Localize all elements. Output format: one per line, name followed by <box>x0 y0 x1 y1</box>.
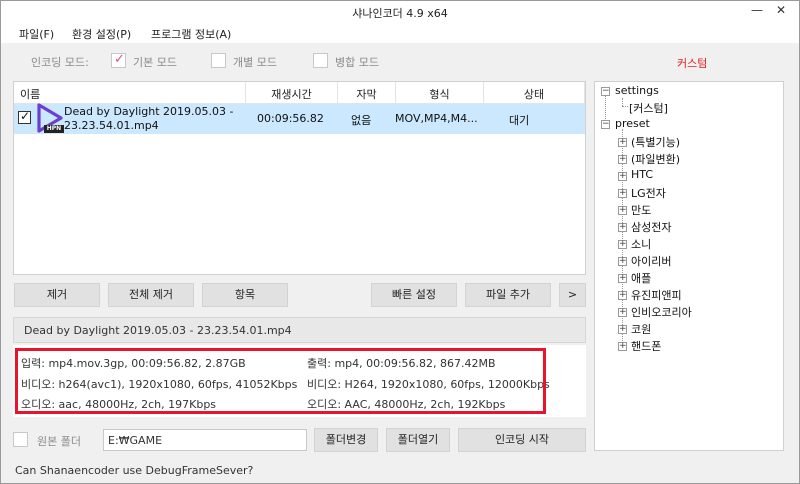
menu-bar: 파일(F) 환경 설정(P) 프로그램 정보(A) <box>1 23 799 43</box>
column-header-name[interactable]: 이름 <box>14 82 246 104</box>
tree-node-preset[interactable]: preset <box>615 117 650 130</box>
tree-node-cowon[interactable]: 코원 <box>631 321 651 337</box>
info-header: Dead by Daylight 2019.05.03 - 23.23.54.0… <box>13 317 586 343</box>
status-text: Can Shanaencoder use DebugFrameSever? <box>15 464 254 477</box>
column-header-subtitle[interactable]: 자막 <box>338 82 396 104</box>
expand-icon[interactable]: + <box>618 240 627 249</box>
column-header-status[interactable]: 상태 <box>484 82 585 104</box>
tree-node-samsung[interactable]: 삼성전자 <box>631 219 671 235</box>
remove-all-button[interactable]: 전체 제거 <box>108 283 194 307</box>
row-name-line1: Dead by Daylight 2019.05.03 - <box>64 105 234 118</box>
row-subtitle: 없음 <box>351 114 372 127</box>
expand-icon[interactable]: + <box>618 155 627 164</box>
source-folder-label: 원본 폴더 <box>37 435 81 448</box>
expand-icon[interactable]: + <box>618 308 627 317</box>
start-encoding-button[interactable]: 인코딩 시작 <box>458 428 586 452</box>
hpn-badge: HPN <box>44 125 64 133</box>
tree-node-phone[interactable]: 핸드폰 <box>631 338 661 354</box>
collapse-icon[interactable]: − <box>601 120 610 129</box>
basic-mode-label: 기본 모드 <box>133 56 177 69</box>
highlight-box <box>15 348 546 414</box>
row-format: MOV,MP4,M4... <box>395 112 478 125</box>
expand-icon[interactable]: + <box>618 138 627 147</box>
row-status: 대기 <box>509 114 530 127</box>
menu-file[interactable]: 파일(F) <box>19 26 54 42</box>
expand-icon[interactable]: + <box>618 172 627 181</box>
tree-node-invio[interactable]: 인비오코리아 <box>631 304 692 320</box>
individual-mode-checkbox[interactable] <box>211 53 226 68</box>
more-button[interactable]: > <box>559 283 586 307</box>
individual-mode-label: 개별 모드 <box>233 56 277 69</box>
row-name-line2: 23.23.54.01.mp4 <box>64 119 159 132</box>
tree-node-mando[interactable]: 만도 <box>631 202 651 218</box>
tree-node-sony[interactable]: 소니 <box>631 236 651 252</box>
tree-node-custom[interactable]: [커스텀] <box>629 100 668 116</box>
expand-icon[interactable]: + <box>618 325 627 334</box>
app-window: 샤나인코더 4.9 x64 — ✕ 파일(F) 환경 설정(P) 프로그램 정보… <box>0 0 800 484</box>
expand-icon[interactable]: + <box>618 291 627 300</box>
expand-icon[interactable]: + <box>618 274 627 283</box>
column-header-format[interactable]: 형식 <box>396 82 484 104</box>
expand-icon[interactable]: + <box>618 342 627 351</box>
encoding-mode-label: 인코딩 모드: <box>31 56 89 69</box>
merge-mode-label: 병합 모드 <box>335 56 379 69</box>
menu-about[interactable]: 프로그램 정보(A) <box>151 26 231 42</box>
expand-icon[interactable]: + <box>618 223 627 232</box>
add-file-button[interactable]: 파일 추가 <box>465 283 551 307</box>
expand-icon[interactable]: + <box>618 189 627 198</box>
remove-button[interactable]: 제거 <box>14 283 100 307</box>
merge-mode-checkbox[interactable] <box>313 53 328 68</box>
tree-node-apple[interactable]: 애플 <box>631 270 651 286</box>
title-bar: 샤나인코더 4.9 x64 — ✕ <box>1 1 799 23</box>
basic-mode-checkbox[interactable]: ✓ <box>111 52 126 68</box>
check-icon: ✓ <box>114 52 125 67</box>
info-filename: Dead by Daylight 2019.05.03 - 23.23.54.0… <box>24 324 292 337</box>
tree-node-iriver[interactable]: 아이리버 <box>631 253 671 269</box>
close-button[interactable]: ✕ <box>769 3 793 17</box>
row-checkbox[interactable]: ✓ <box>18 109 31 124</box>
item-button[interactable]: 항목 <box>202 283 288 307</box>
tree-node-eugene[interactable]: 유진피앤피 <box>631 287 682 303</box>
row-duration: 00:09:56.82 <box>257 112 324 125</box>
expand-icon[interactable]: + <box>618 206 627 215</box>
quick-settings-button[interactable]: 빠른 설정 <box>371 283 457 307</box>
tree-node-htc[interactable]: HTC <box>631 168 653 181</box>
output-path-field[interactable]: E:₩GAME <box>103 429 307 451</box>
check-icon: ✓ <box>20 109 31 123</box>
tree-node-special[interactable]: (특별기능) <box>631 134 680 150</box>
tree-node-settings[interactable]: settings <box>615 84 659 97</box>
custom-label: 커스텀 <box>677 57 708 70</box>
preset-tree[interactable]: − settings [커스텀] − preset + (특별기능) + (파일… <box>594 81 784 451</box>
tree-node-lg[interactable]: LG전자 <box>631 185 666 201</box>
folder-open-button[interactable]: 폴더열기 <box>386 428 450 452</box>
expand-icon[interactable]: + <box>618 257 627 266</box>
folder-change-button[interactable]: 폴더변경 <box>314 428 378 452</box>
table-row[interactable]: ✓ HPN Dead by Daylight 2019.05.03 - 23.2… <box>14 103 585 134</box>
window-title: 샤나인코더 4.9 x64 <box>352 7 448 20</box>
collapse-icon[interactable]: − <box>601 87 610 96</box>
column-header-duration[interactable]: 재생시간 <box>246 82 338 104</box>
tree-node-convert[interactable]: (파일변환) <box>631 151 680 167</box>
minimize-button[interactable]: — <box>745 3 769 17</box>
menu-settings[interactable]: 환경 설정(P) <box>72 26 131 42</box>
source-folder-checkbox[interactable] <box>13 432 28 447</box>
